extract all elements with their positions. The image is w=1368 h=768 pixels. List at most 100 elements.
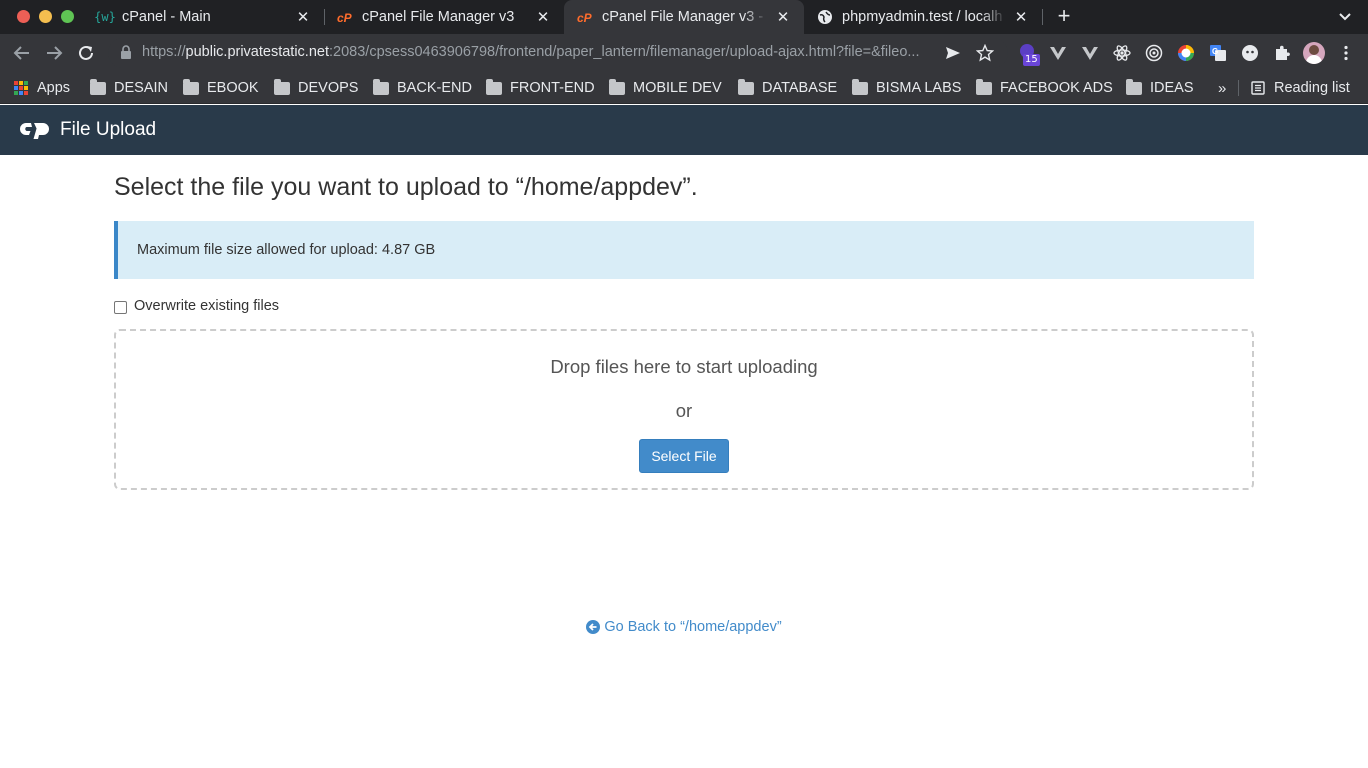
folder-icon bbox=[738, 78, 754, 95]
svg-text:cP: cP bbox=[337, 11, 353, 23]
star-icon[interactable] bbox=[976, 44, 994, 62]
bookmark-label: EBOOK bbox=[207, 80, 259, 96]
tab-title: phpmyadmin.test / localh bbox=[842, 9, 1003, 25]
close-icon[interactable]: ✕ bbox=[534, 8, 552, 26]
maximize-window-button[interactable] bbox=[61, 10, 74, 23]
bookmark-label: DATABASE bbox=[762, 80, 838, 96]
folder-icon bbox=[373, 78, 389, 95]
bookmark-folder-ebook[interactable]: EBOOK bbox=[183, 77, 259, 99]
folder-icon bbox=[90, 78, 106, 95]
bookmark-label: Reading list bbox=[1274, 80, 1350, 96]
browser-toolbar: https://public.privatestatic.net:2083/cp… bbox=[0, 34, 1368, 72]
overwrite-option[interactable]: Overwrite existing files bbox=[114, 298, 279, 314]
bookmark-label: Apps bbox=[37, 80, 71, 96]
bookmark-label: FACEBOOK ADS bbox=[1000, 80, 1113, 96]
bookmark-folder-bisma-labs[interactable]: BISMA LABS bbox=[852, 77, 961, 99]
overwrite-checkbox[interactable] bbox=[114, 300, 127, 314]
extension-badge-icon[interactable]: 15 bbox=[1020, 44, 1042, 68]
target-icon[interactable] bbox=[1145, 44, 1163, 62]
bookmark-folder-back-end[interactable]: BACK-END bbox=[373, 77, 472, 99]
close-window-button[interactable] bbox=[17, 10, 30, 23]
bookmark-folder-mobile-dev[interactable]: MOBILE DEV bbox=[609, 77, 722, 99]
cpanel-icon: cP bbox=[336, 8, 354, 26]
arrow-circle-left-icon bbox=[586, 620, 601, 634]
close-icon[interactable]: ✕ bbox=[294, 8, 312, 26]
folder-icon bbox=[274, 78, 290, 95]
back-arrow-icon[interactable] bbox=[11, 42, 33, 64]
bookmark-folder-desain[interactable]: DESAIN bbox=[90, 77, 168, 99]
tab-separator bbox=[1042, 9, 1043, 25]
address-url[interactable]: https://public.privatestatic.net:2083/cp… bbox=[142, 44, 922, 60]
overwrite-label: Overwrite existing files bbox=[134, 298, 280, 314]
folder-icon bbox=[609, 78, 625, 95]
folder-icon bbox=[852, 78, 868, 95]
apps-grid-icon bbox=[14, 81, 28, 95]
go-back-label: Go Back to “/home/appdev” bbox=[604, 619, 782, 635]
minimize-window-button[interactable] bbox=[39, 10, 52, 23]
svg-text:cP: cP bbox=[577, 11, 593, 23]
folder-icon bbox=[976, 78, 992, 95]
tab-title: cPanel File Manager v3 bbox=[362, 9, 515, 25]
browser-tab-phpmyadmin[interactable]: phpmyadmin.test / localh ✕ bbox=[804, 0, 1042, 34]
browser-tab-file-manager[interactable]: cP cPanel File Manager v3 ✕ bbox=[324, 0, 564, 34]
bookmark-label: BACK-END bbox=[397, 80, 472, 96]
bookmark-folder-devops[interactable]: DEVOPS bbox=[274, 77, 358, 99]
cpanel-logo-icon[interactable] bbox=[20, 119, 52, 141]
file-dropzone[interactable]: Drop files here to start uploading or Se… bbox=[114, 329, 1254, 490]
code-braces-icon: {w} bbox=[94, 10, 116, 24]
upload-heading: Select the file you want to upload to “/… bbox=[114, 173, 698, 201]
url-host: public.privatestatic.net bbox=[185, 44, 329, 60]
url-path: :2083/cpsess0463906798/frontend/paper_la… bbox=[329, 44, 920, 60]
reading-list-icon bbox=[1251, 81, 1265, 95]
close-icon[interactable]: ✕ bbox=[774, 8, 792, 26]
vue-devtools-icon-2[interactable] bbox=[1081, 44, 1099, 62]
dropzone-instructions: Drop files here to start uploading bbox=[550, 356, 818, 377]
bookmark-folder-facebook-ads[interactable]: FACEBOOK ADS bbox=[976, 77, 1113, 99]
ghost-icon[interactable] bbox=[1241, 44, 1259, 62]
browser-tab-file-upload[interactable]: cP cPanel File Manager v3 - F ✕ bbox=[564, 0, 804, 34]
lock-icon[interactable] bbox=[120, 45, 132, 60]
bookmark-label: DEVOPS bbox=[298, 80, 359, 96]
address-bar[interactable]: https://public.privatestatic.net:2083/cp… bbox=[108, 38, 1008, 68]
color-picker-icon[interactable] bbox=[1177, 44, 1195, 62]
svg-text:G: G bbox=[1212, 47, 1218, 56]
chevron-down-icon[interactable] bbox=[1336, 8, 1354, 26]
bookmark-label: IDEAS bbox=[1150, 80, 1194, 96]
tab-title: cPanel - Main bbox=[122, 9, 211, 25]
avatar[interactable] bbox=[1303, 42, 1325, 64]
more-vertical-icon[interactable] bbox=[1337, 44, 1355, 62]
browser-tab-strip: {w} cPanel - Main ✕ cP cPanel File Manag… bbox=[0, 0, 1368, 34]
google-translate-icon[interactable]: G bbox=[1209, 44, 1227, 62]
url-scheme: https:// bbox=[142, 44, 186, 60]
dropzone-or: or bbox=[675, 400, 693, 421]
go-back-link[interactable]: Go Back to “/home/appdev” bbox=[0, 619, 1368, 635]
bookmark-label: BISMA LABS bbox=[876, 80, 962, 96]
bookmark-apps[interactable]: Apps bbox=[14, 77, 70, 99]
reading-list-button[interactable]: Reading list bbox=[1251, 77, 1350, 99]
send-icon[interactable] bbox=[944, 44, 962, 62]
bookmark-label: MOBILE DEV bbox=[633, 80, 722, 96]
bookmark-separator bbox=[1238, 80, 1239, 96]
select-file-button[interactable]: Select File bbox=[639, 439, 729, 473]
bookmarks-overflow-button[interactable]: » bbox=[1218, 77, 1226, 99]
bookmark-label: DESAIN bbox=[114, 80, 168, 96]
puzzle-icon[interactable] bbox=[1273, 44, 1291, 62]
max-size-text: Maximum file size allowed for upload: 4.… bbox=[137, 242, 436, 258]
vue-devtools-icon[interactable] bbox=[1049, 44, 1067, 62]
extension-badge-count: 15 bbox=[1023, 54, 1040, 66]
react-devtools-icon[interactable] bbox=[1113, 44, 1131, 62]
folder-icon bbox=[1126, 78, 1142, 95]
double-chevron-icon: » bbox=[1218, 79, 1227, 97]
forward-arrow-icon[interactable] bbox=[43, 42, 65, 64]
close-icon[interactable]: ✕ bbox=[1012, 8, 1030, 26]
browser-tab-cpanel-main[interactable]: {w} cPanel - Main ✕ bbox=[84, 0, 324, 34]
max-size-alert: Maximum file size allowed for upload: 4.… bbox=[114, 221, 1254, 279]
bookmark-folder-database[interactable]: DATABASE bbox=[738, 77, 837, 99]
cpanel-header: File Upload bbox=[0, 105, 1368, 155]
globe-icon bbox=[816, 8, 834, 26]
folder-icon bbox=[183, 78, 199, 95]
new-tab-button[interactable]: + bbox=[1052, 4, 1076, 28]
bookmark-folder-front-end[interactable]: FRONT-END bbox=[486, 77, 595, 99]
bookmark-folder-ideas[interactable]: IDEAS bbox=[1126, 77, 1194, 99]
reload-icon[interactable] bbox=[75, 42, 97, 64]
